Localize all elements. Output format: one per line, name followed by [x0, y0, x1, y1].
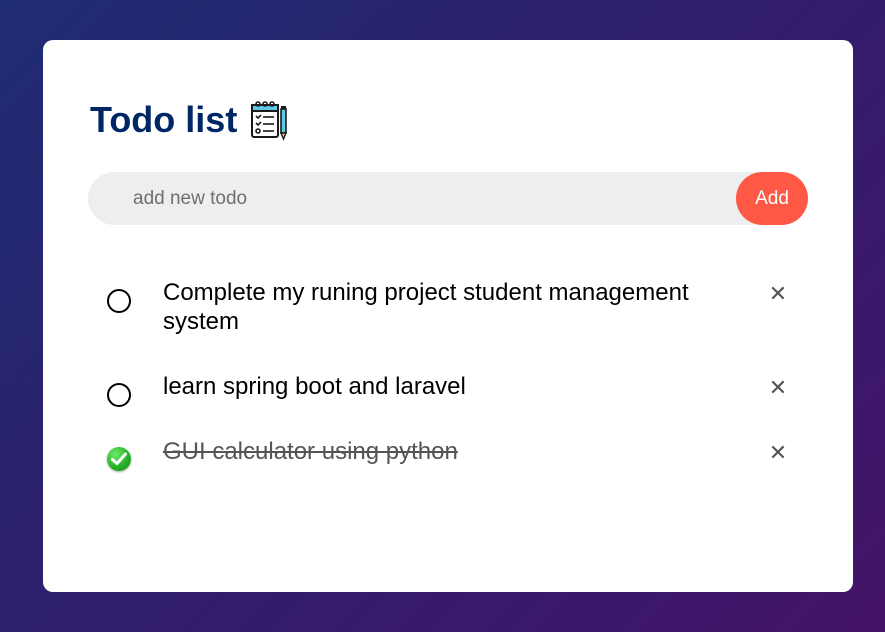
- todo-list: Complete my runing project student manag…: [43, 278, 853, 501]
- todo-card: Todo list Add: [43, 40, 853, 592]
- todo-input[interactable]: [88, 171, 736, 226]
- todo-item[interactable]: GUI calculator using python ✕: [43, 437, 853, 471]
- todo-text: GUI calculator using python: [163, 438, 458, 465]
- add-todo-row: Add: [88, 171, 808, 226]
- empty-circle-icon[interactable]: [107, 289, 131, 313]
- todo-item[interactable]: learn spring boot and laravel ✕: [43, 372, 853, 407]
- checklist-notepad-icon: [249, 99, 289, 141]
- green-check-circle-icon[interactable]: [107, 447, 131, 471]
- page-title: Todo list: [90, 99, 238, 140]
- empty-circle-icon[interactable]: [107, 383, 131, 407]
- close-icon[interactable]: ✕: [763, 372, 793, 402]
- add-button[interactable]: Add: [736, 172, 808, 225]
- todo-item[interactable]: Complete my runing project student manag…: [43, 278, 853, 336]
- header: Todo list: [90, 98, 289, 142]
- close-icon[interactable]: ✕: [763, 437, 793, 467]
- todo-text: Complete my runing project student manag…: [163, 279, 689, 335]
- todo-text: learn spring boot and laravel: [163, 373, 466, 400]
- close-icon[interactable]: ✕: [763, 278, 793, 308]
